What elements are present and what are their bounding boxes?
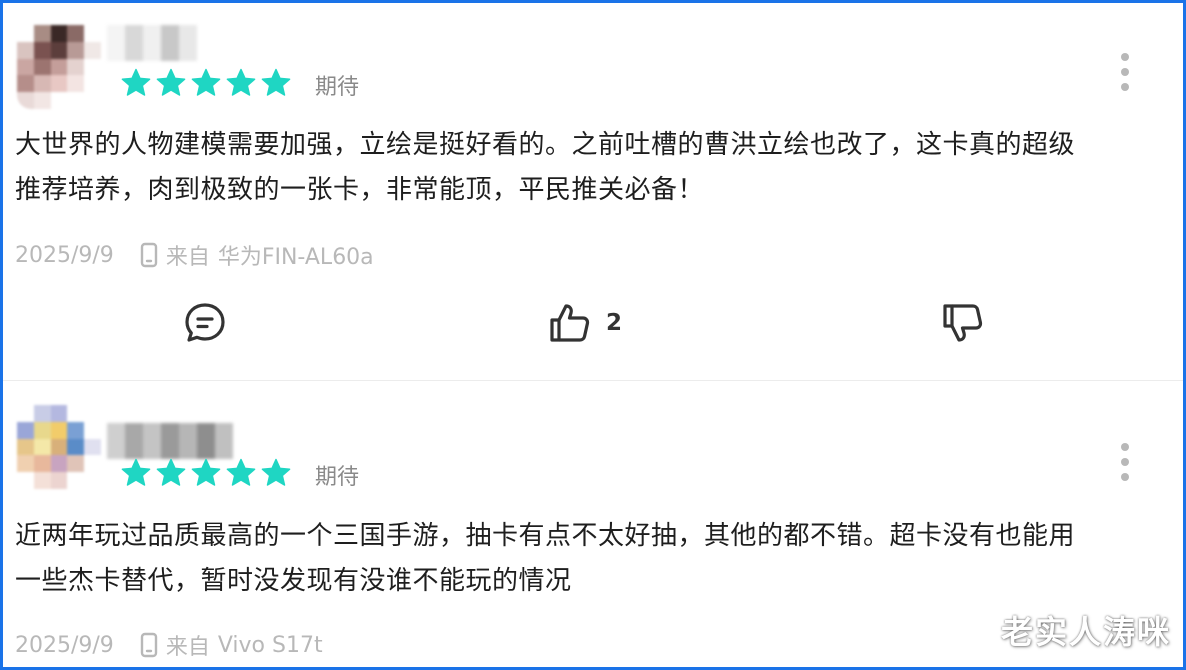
review-text: 大世界的人物建模需要加强，立绘是挺好看的。之前吐槽的曹洪立绘也改了，这卡真的超级… — [15, 123, 1153, 213]
review-text-line: 大世界的人物建模需要加强，立绘是挺好看的。之前吐槽的曹洪立绘也改了，这卡真的超级 — [15, 130, 1076, 160]
avatar[interactable] — [17, 405, 101, 489]
thumbs-up-icon — [548, 301, 592, 345]
star-icon — [191, 458, 221, 488]
comment-button[interactable] — [183, 301, 227, 345]
dislike-button[interactable] — [941, 301, 985, 345]
more-vertical-icon[interactable] — [1119, 443, 1131, 481]
thumbs-down-icon — [941, 301, 985, 345]
star-icon — [226, 458, 256, 488]
star-icon — [156, 68, 186, 98]
star-rating — [121, 68, 291, 98]
device-name: 华为FIN-AL60a — [217, 245, 374, 270]
review-meta: 2025/9/9 来自 华为FIN-AL60a — [15, 239, 374, 271]
username-blurred[interactable] — [107, 423, 233, 459]
from-label: 来自 — [165, 245, 210, 270]
device-name: Vivo S17t — [217, 632, 323, 658]
avatar[interactable] — [17, 25, 101, 109]
comment-icon — [183, 301, 227, 345]
review-tag: 期待 — [315, 75, 360, 100]
like-button[interactable]: 2 — [548, 301, 622, 345]
star-icon — [226, 68, 256, 98]
review-text-line: 一些杰卡替代，暂时没发现有没谁不能玩的情况 — [15, 566, 572, 596]
from-label: 来自 — [165, 635, 210, 660]
star-icon — [261, 458, 291, 488]
phone-icon — [140, 242, 158, 268]
review-text-line: 推荐培养，肉到极致的一张卡，非常能顶，平民推关必备！ — [15, 175, 705, 205]
star-icon — [261, 68, 291, 98]
review-meta: 2025/9/9 来自 Vivo S17t — [15, 629, 323, 661]
review-date: 2025/9/9 — [15, 242, 114, 268]
username-blurred[interactable] — [107, 25, 197, 61]
review-card: 期待 大世界的人物建模需要加强，立绘是挺好看的。之前吐槽的曹洪立绘也改了，这卡真… — [3, 3, 1183, 379]
watermark: 老实人涛咪 — [1000, 613, 1171, 651]
review-tag: 期待 — [315, 465, 360, 490]
star-icon — [121, 458, 151, 488]
more-vertical-icon[interactable] — [1119, 53, 1131, 91]
review-text-line: 近两年玩过品质最高的一个三国手游，抽卡有点不太好抽，其他的都不错。超卡没有也能用 — [15, 521, 1076, 551]
star-icon — [191, 68, 221, 98]
star-icon — [156, 458, 186, 488]
star-icon — [121, 68, 151, 98]
phone-icon — [140, 632, 158, 658]
review-date: 2025/9/9 — [15, 632, 114, 658]
like-count: 2 — [606, 310, 623, 336]
review-text: 近两年玩过品质最高的一个三国手游，抽卡有点不太好抽，其他的都不错。超卡没有也能用… — [15, 514, 1153, 604]
review-list: 期待 大世界的人物建模需要加强，立绘是挺好看的。之前吐槽的曹洪立绘也改了，这卡真… — [0, 0, 1186, 670]
star-rating — [121, 458, 291, 488]
review-actions: 2 — [3, 299, 1183, 349]
